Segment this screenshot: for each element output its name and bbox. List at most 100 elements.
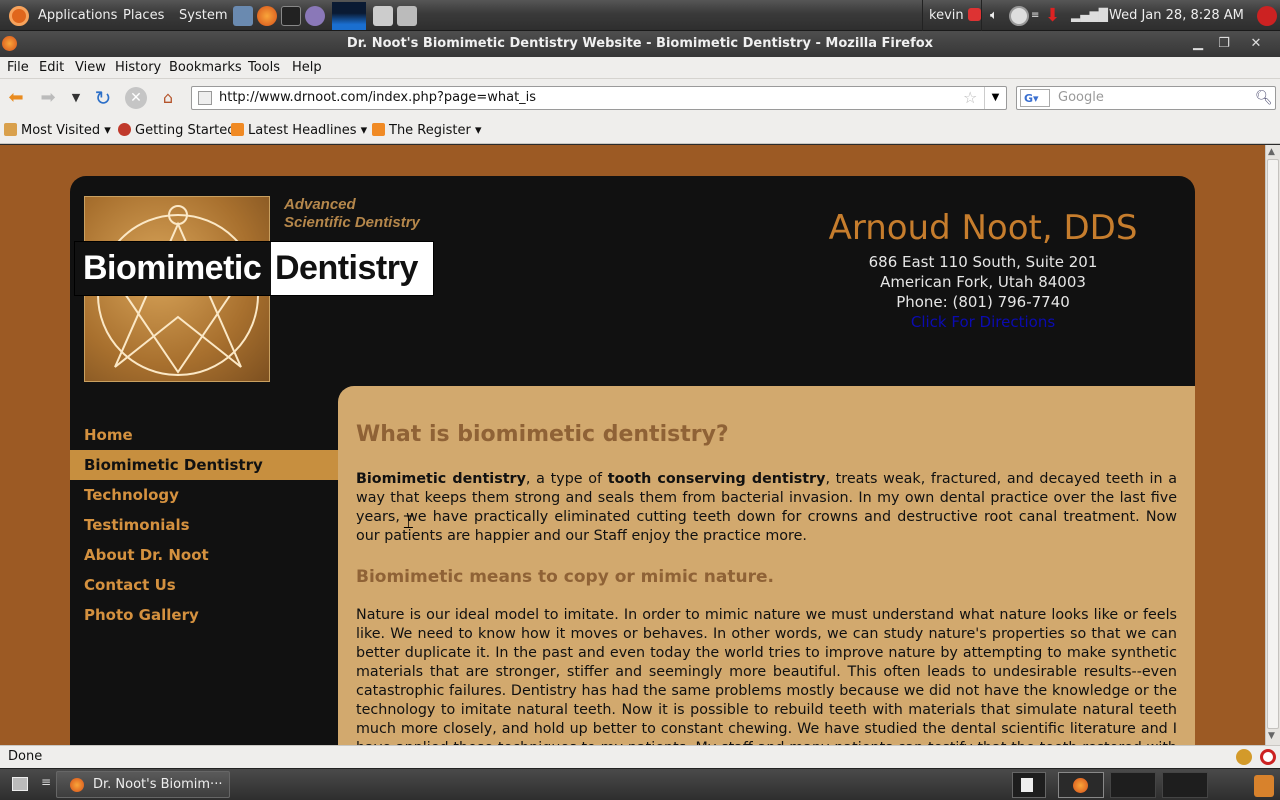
document-icon bbox=[1021, 778, 1033, 792]
menu-bookmarks[interactable]: Bookmarks bbox=[169, 57, 242, 78]
jmeter-icon[interactable] bbox=[397, 6, 417, 26]
firefox-launcher-icon[interactable] bbox=[257, 6, 277, 26]
network-signal-icon[interactable]: ▂▄▆█ bbox=[1071, 0, 1108, 31]
workspace-3[interactable] bbox=[1110, 772, 1156, 798]
url-bar[interactable]: http://www.drnoot.com/index.php?page=wha… bbox=[191, 86, 1007, 110]
scrollbar-thumb[interactable] bbox=[1267, 159, 1279, 729]
menu-file[interactable]: File bbox=[7, 57, 29, 78]
workspace-2[interactable] bbox=[1058, 772, 1104, 798]
scroll-up-arrow-icon[interactable]: ▲ bbox=[1268, 147, 1275, 157]
stop-button[interactable]: ✕ bbox=[125, 87, 147, 109]
firefox-task-icon bbox=[70, 778, 84, 792]
adblock-icon[interactable] bbox=[1260, 749, 1276, 765]
doctor-name: Arnoud Noot, DDS bbox=[828, 208, 1138, 248]
bottom-panel: ≡ Dr. Noot's Biomim··· bbox=[0, 768, 1280, 800]
contact-block: Arnoud Noot, DDS 686 East 110 South, Sui… bbox=[770, 206, 1196, 332]
vertical-scrollbar[interactable]: ▲ ▼ bbox=[1265, 145, 1280, 745]
back-button[interactable]: ⬅ bbox=[5, 87, 27, 109]
search-bar[interactable]: G▾ Google 🔍︎ bbox=[1016, 86, 1276, 110]
bookmark-the-register[interactable]: The Register ▾ bbox=[372, 117, 482, 144]
pidgin-icon[interactable] bbox=[305, 6, 325, 26]
minimize-button[interactable]: ▁ bbox=[1187, 35, 1209, 53]
user-switcher[interactable]: kevin bbox=[922, 0, 982, 31]
bookmark-label: Latest Headlines bbox=[248, 123, 357, 138]
bookmark-most-visited[interactable]: Most Visited ▾ bbox=[4, 117, 111, 144]
site-container: Advanced Scientific Dentistry Biomimetic… bbox=[70, 176, 1195, 745]
nav-biomimetic-dentistry[interactable]: Biomimetic Dentistry bbox=[70, 450, 338, 480]
clock[interactable]: Wed Jan 28, 8:28 AM bbox=[1109, 0, 1244, 31]
bookmark-label: The Register bbox=[389, 123, 471, 138]
menu-tools[interactable]: Tools bbox=[248, 57, 280, 78]
trash-icon[interactable] bbox=[1254, 775, 1274, 797]
firefox-window-icon[interactable] bbox=[2, 36, 17, 51]
power-status-icon[interactable] bbox=[1009, 6, 1029, 26]
system-menu[interactable]: System bbox=[179, 0, 227, 31]
intro-paragraph: Biomimetic dentistry, a type of tooth co… bbox=[356, 470, 1177, 546]
page-heading: What is biomimetic dentistry? bbox=[356, 422, 729, 447]
top-panel: Applications Places System kevin 🔈︎ ≡ ⬇ … bbox=[0, 0, 1280, 31]
site-identity-icon[interactable] bbox=[198, 91, 212, 105]
url-dropdown-button[interactable]: ▼ bbox=[984, 87, 1006, 109]
update-notifier-icon[interactable]: ⬇ bbox=[1045, 0, 1060, 31]
window-title: Dr. Noot's Biomimetic Dentistry Website … bbox=[346, 36, 934, 51]
maximize-button[interactable]: ❐ bbox=[1213, 35, 1235, 53]
system-monitor-icon bbox=[332, 2, 366, 30]
nav-contact[interactable]: Contact Us bbox=[70, 570, 338, 600]
home-button[interactable]: ⌂ bbox=[157, 87, 179, 109]
directions-link[interactable]: Click For Directions bbox=[770, 312, 1196, 332]
terminal-icon[interactable] bbox=[281, 6, 301, 26]
menu-history[interactable]: History bbox=[115, 57, 161, 78]
mouse-cursor-icon: ⌶ bbox=[403, 512, 414, 533]
nav-testimonials[interactable]: Testimonials bbox=[70, 510, 338, 540]
volume-icon[interactable]: 🔈︎ bbox=[990, 0, 998, 31]
logo-wordmark[interactable]: Biomimetic Dentistry bbox=[74, 241, 434, 296]
firefox-workspace-icon bbox=[1073, 778, 1088, 793]
page-viewport[interactable]: Advanced Scientific Dentistry Biomimetic… bbox=[0, 145, 1265, 745]
main-content: What is biomimetic dentistry? Biomimetic… bbox=[338, 386, 1195, 745]
bookmark-latest-headlines[interactable]: Latest Headlines ▾ bbox=[231, 117, 367, 144]
workspace-4[interactable] bbox=[1162, 772, 1208, 798]
shutdown-icon[interactable] bbox=[1257, 6, 1277, 26]
nav-photo-gallery[interactable]: Photo Gallery bbox=[70, 600, 338, 630]
ubuntu-logo-icon[interactable] bbox=[9, 6, 29, 26]
bookmark-label: Getting Started bbox=[135, 123, 236, 138]
search-placeholder: Google bbox=[1058, 90, 1104, 105]
bookmark-getting-started[interactable]: Getting Started bbox=[118, 117, 236, 144]
nav-about[interactable]: About Dr. Noot bbox=[70, 540, 338, 570]
menu-edit[interactable]: Edit bbox=[39, 57, 64, 78]
search-engine-google-icon[interactable]: G▾ bbox=[1020, 89, 1050, 107]
user-status-icon bbox=[967, 8, 981, 21]
places-menu[interactable]: Places bbox=[123, 0, 164, 31]
taskbar-firefox-window[interactable]: Dr. Noot's Biomim··· bbox=[56, 771, 230, 798]
screenshot-icon[interactable] bbox=[373, 6, 393, 26]
workspace-1[interactable] bbox=[1012, 772, 1046, 798]
address-line-2: American Fork, Utah 84003 bbox=[880, 273, 1086, 291]
rss-icon bbox=[372, 123, 385, 136]
show-desktop-icon[interactable] bbox=[12, 777, 28, 791]
term-biomimetic-dentistry: Biomimetic dentistry bbox=[356, 471, 526, 487]
wordmark-dentistry: Dentistry bbox=[275, 249, 418, 287]
most-visited-icon bbox=[4, 123, 17, 136]
menu-help[interactable]: Help bbox=[292, 57, 322, 78]
status-text: Done bbox=[8, 749, 43, 764]
firebug-icon[interactable] bbox=[1236, 749, 1252, 765]
history-dropdown-button[interactable]: ▼ bbox=[65, 87, 87, 109]
forward-button[interactable]: ➡ bbox=[37, 87, 59, 109]
wordmark-biomimetic: Biomimetic bbox=[75, 242, 271, 295]
phone: Phone: (801) 796-7740 bbox=[896, 293, 1070, 311]
tagline-line-2: Scientific Dentistry bbox=[284, 214, 420, 231]
menu-view[interactable]: View bbox=[75, 57, 106, 78]
rss-icon bbox=[231, 123, 244, 136]
tagline-line-1: Advanced bbox=[284, 196, 356, 213]
search-go-icon[interactable]: 🔍︎ bbox=[1255, 87, 1273, 109]
nav-home[interactable]: Home bbox=[70, 420, 338, 450]
bookmark-star-icon[interactable]: ☆ bbox=[963, 87, 977, 109]
reload-button[interactable]: ↻ bbox=[92, 87, 114, 109]
window-titlebar[interactable]: Dr. Noot's Biomimetic Dentistry Website … bbox=[0, 31, 1280, 57]
nav-technology[interactable]: Technology bbox=[70, 480, 338, 510]
users-icon[interactable] bbox=[233, 6, 253, 26]
scroll-down-arrow-icon[interactable]: ▼ bbox=[1268, 731, 1275, 741]
close-button[interactable]: ✕ bbox=[1245, 35, 1267, 53]
applications-menu[interactable]: Applications bbox=[38, 0, 117, 31]
section-subheading: Biomimetic means to copy or mimic nature… bbox=[356, 567, 774, 587]
